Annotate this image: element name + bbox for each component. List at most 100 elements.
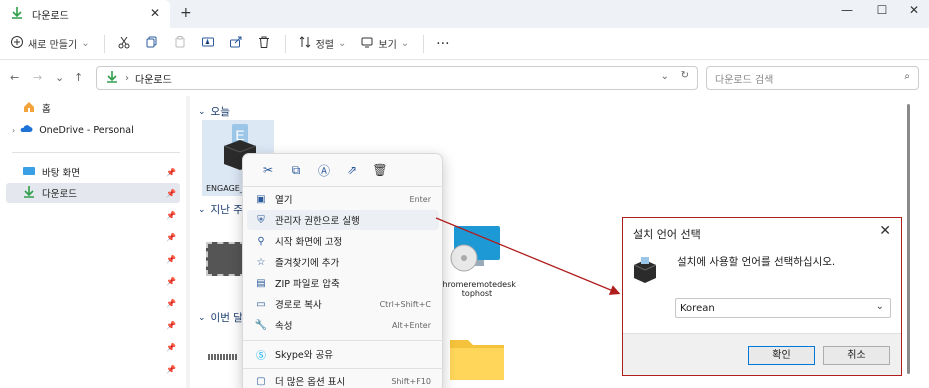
zip-icon: ▤ (256, 277, 266, 289)
menu-item-label: 더 많은 옵션 표시 (275, 377, 346, 388)
language-dialog: 설치 언어 선택 ✕ 설치에 사용할 언어를 선택하십시오. Korean ⌄ … (622, 217, 902, 376)
copy-button[interactable] (145, 35, 159, 52)
group-header-today[interactable]: ⌄ 오늘 (198, 104, 230, 119)
skype-icon: Ⓢ (256, 350, 266, 362)
cloud-icon (19, 122, 33, 139)
group-header-this-month[interactable]: ⌄ 이번 달 (198, 310, 243, 325)
language-select-value: Korean (680, 302, 715, 314)
cut-button[interactable] (117, 35, 131, 52)
breadcrumb-separator-icon: › (125, 72, 129, 84)
rename-button[interactable] (201, 35, 215, 52)
sidebar-item-desktop[interactable]: 바탕 화면 📌 (6, 162, 180, 182)
menu-item-add-favorites[interactable]: ☆ 즐겨찾기에 추가 (247, 252, 439, 272)
search-icon: ⌕ (904, 71, 910, 82)
sidebar-item-onedrive[interactable]: › OneDrive - Personal (6, 120, 180, 140)
file-name: ENGAGE_ (206, 184, 244, 193)
sidebar-divider (12, 152, 180, 153)
menu-item-label: 즐겨찾기에 추가 (275, 258, 340, 269)
menu-item-pin-to-start[interactable]: ⚲ 시작 화면에 고정 (247, 231, 439, 251)
menu-item-properties[interactable]: 🔧 속성 Alt+Enter (247, 315, 439, 335)
divider (243, 368, 443, 369)
pin-icon: 📌 (166, 343, 176, 352)
breadcrumb[interactable]: 다운로드 (135, 71, 172, 86)
file-item-folder[interactable] (448, 332, 506, 388)
shield-icon: ⛨ (257, 214, 265, 226)
share-icon[interactable]: ⇗ (339, 163, 365, 177)
recent-chevron-icon[interactable]: ⌄ (55, 71, 64, 84)
menu-item-copy-path[interactable]: ▭ 경로로 복사 Ctrl+Shift+C (247, 294, 439, 314)
menu-item-more-options[interactable]: ▢ 더 많은 옵션 표시 Shift+F10 (247, 371, 439, 388)
back-arrow-icon[interactable]: ← (10, 71, 19, 84)
dialog-body: 설치에 사용할 언어를 선택하십시오. Korean ⌄ (623, 246, 901, 333)
sidebar-item-downloads[interactable]: 다운로드 📌 (6, 183, 180, 203)
minimize-button[interactable]: — (837, 3, 857, 17)
chevron-down-icon[interactable]: ⌄ (661, 71, 669, 82)
menu-item-label: 시작 화면에 고정 (275, 237, 343, 248)
trash-icon[interactable]: 🗑 (367, 163, 393, 177)
delete-button[interactable] (257, 35, 271, 52)
divider (243, 340, 443, 341)
divider (423, 34, 425, 53)
sort-button[interactable]: 정렬 ⌄ (298, 35, 346, 52)
pin-icon: 📌 (166, 211, 176, 220)
video-thumbnail-icon (206, 242, 246, 276)
pin-icon: 📌 (166, 167, 176, 177)
menu-item-zip[interactable]: ▤ ZIP 파일로 압축 (247, 273, 439, 293)
search-input[interactable]: 다운로드 검색 ⌕ (706, 66, 919, 90)
search-placeholder: 다운로드 검색 (715, 74, 774, 86)
new-tab-button[interactable]: + (180, 5, 192, 21)
menu-item-label: 속성 (275, 321, 293, 332)
address-bar[interactable]: › 다운로드 ⌄ ↻ (96, 66, 698, 90)
divider (243, 186, 443, 187)
title-bar: 다운로드 ✕ + — ☐ ✕ (0, 0, 929, 28)
command-bar: 새로 만들기 ⌄ 정렬 ⌄ 보기 ⌄ ··· (0, 28, 929, 60)
share-button[interactable] (229, 35, 243, 52)
copy-icon (145, 35, 159, 52)
tab-downloads[interactable]: 다운로드 ✕ (0, 0, 170, 28)
dialog-footer: 확인 취소 (623, 333, 901, 375)
paste-button[interactable] (173, 35, 187, 52)
copy-icon[interactable]: ⧉ (283, 163, 309, 178)
maximize-button[interactable]: ☐ (872, 3, 892, 17)
cancel-button[interactable]: 취소 (823, 346, 890, 365)
dialog-close-icon[interactable]: ✕ (879, 223, 891, 239)
more-options-icon: ▢ (256, 375, 266, 387)
navigation-pane: 홈 › OneDrive - Personal 바탕 화면 📌 다운로드 📌 📌… (0, 96, 186, 388)
scissors-icon[interactable]: ✂ (255, 163, 281, 177)
menu-item-run-as-admin[interactable]: ⛨ 관리자 권한으로 실행 (247, 210, 439, 230)
refresh-icon[interactable]: ↻ (681, 70, 689, 81)
view-button[interactable]: 보기 ⌄ (360, 35, 409, 52)
file-item-document[interactable] (208, 354, 240, 366)
pin-icon: ⚲ (257, 235, 265, 247)
group-header-last-week[interactable]: ⌄ 지난 주 (198, 202, 243, 217)
chevron-down-icon: ⌄ (875, 301, 884, 312)
view-label: 보기 (378, 40, 397, 51)
share-icon (229, 35, 243, 52)
sidebar-scrollbar[interactable] (186, 96, 190, 388)
menu-item-shortcut: Enter (409, 194, 431, 204)
file-item-chromeremotedesktophost[interactable]: chromeremotedesktophost (438, 224, 516, 300)
pin-icon: 📌 (166, 255, 176, 264)
language-select[interactable]: Korean ⌄ (675, 298, 891, 318)
up-arrow-icon[interactable]: ↑ (74, 71, 83, 84)
sidebar-item-label: 홈 (42, 104, 51, 115)
trash-icon (257, 35, 271, 52)
expand-chevron-icon[interactable]: › (12, 126, 15, 135)
pin-icon: 📌 (166, 188, 176, 198)
pin-icon: 📌 (166, 277, 176, 286)
ok-button[interactable]: 확인 (748, 346, 815, 365)
sidebar-item-home[interactable]: 홈 (6, 98, 180, 118)
forward-arrow-icon[interactable]: → (33, 71, 42, 84)
chevron-down-icon: ⌄ (400, 38, 410, 49)
window-close-button[interactable]: ✕ (904, 3, 924, 17)
new-button[interactable]: 새로 만들기 ⌄ (10, 35, 90, 52)
tab-close-icon[interactable]: ✕ (150, 6, 160, 20)
divider (284, 34, 286, 53)
rename-icon[interactable]: Ⓐ (311, 162, 337, 179)
paste-icon (173, 35, 187, 52)
menu-item-open[interactable]: ▣ 열기 Enter (247, 189, 439, 209)
content-scrollbar[interactable] (907, 104, 910, 374)
home-icon (22, 100, 36, 117)
more-button[interactable]: ··· (436, 36, 449, 52)
menu-item-skype-share[interactable]: Ⓢ Skype와 공유 (247, 344, 439, 364)
